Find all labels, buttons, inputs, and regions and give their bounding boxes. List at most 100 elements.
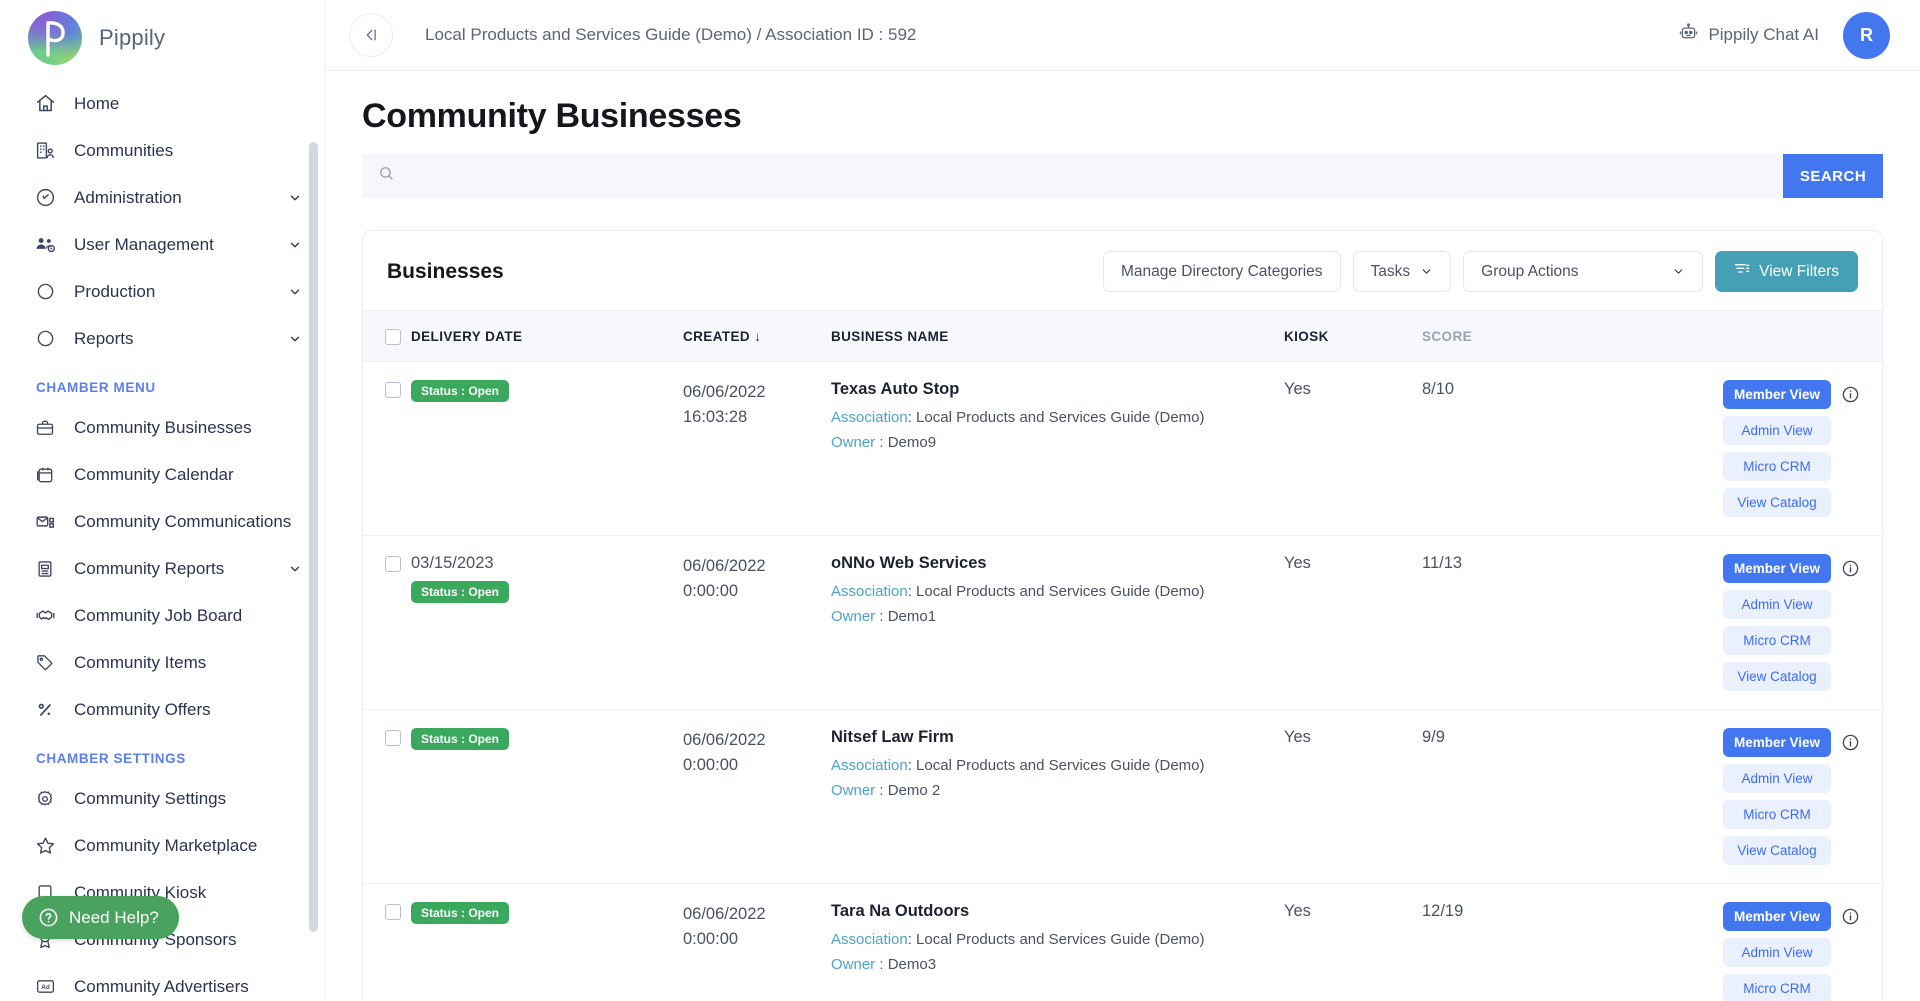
chevron-down-icon [1671, 265, 1685, 279]
column-header-delivery-date[interactable]: DELIVERY DATE [411, 310, 683, 362]
info-icon[interactable] [1841, 385, 1860, 404]
member-view-button[interactable]: Member View [1723, 728, 1831, 757]
sidebar-item-community-businesses[interactable]: Community Businesses [0, 404, 324, 451]
admin-view-button[interactable]: Admin View [1723, 590, 1831, 619]
business-name[interactable]: Nitsef Law Firm [831, 728, 1284, 747]
sidebar-item-community-calendar[interactable]: Community Calendar [0, 451, 324, 498]
search-box[interactable] [362, 154, 1783, 198]
businesses-table: DELIVERY DATE CREATED ↓ BUSINESS NAME KI… [363, 310, 1882, 1001]
created-cell: 06/06/2022 16:03:28 [683, 361, 831, 536]
handshake-icon [34, 605, 56, 627]
percent-icon [34, 699, 56, 721]
back-arrow-icon[interactable] [349, 13, 393, 57]
circle-icon [34, 328, 56, 350]
robot-icon [1678, 22, 1699, 48]
column-header-business-name[interactable]: BUSINESS NAME [831, 310, 1284, 362]
info-icon[interactable] [1841, 733, 1860, 752]
admin-view-button[interactable]: Admin View [1723, 764, 1831, 793]
micro-crm-button[interactable]: Micro CRM [1723, 800, 1831, 829]
search-input[interactable] [407, 167, 1767, 185]
business-name[interactable]: Texas Auto Stop [831, 380, 1284, 399]
info-icon[interactable] [1841, 907, 1860, 926]
created-cell: 06/06/2022 0:00:00 [683, 884, 831, 1001]
sidebar-scrollbar-thumb[interactable] [309, 142, 318, 932]
pippily-chat-ai-button[interactable]: Pippily Chat AI [1678, 22, 1819, 48]
manage-directory-categories-button[interactable]: Manage Directory Categories [1102, 251, 1341, 292]
chevron-down-icon[interactable] [288, 332, 302, 346]
micro-crm-button[interactable]: Micro CRM [1723, 452, 1831, 481]
sidebar-item-production[interactable]: Production [0, 268, 324, 315]
sidebar-item-user-management[interactable]: User Management [0, 221, 324, 268]
view-catalog-button[interactable]: View Catalog [1723, 662, 1831, 691]
briefcase-icon [34, 417, 56, 439]
member-view-button[interactable]: Member View [1723, 554, 1831, 583]
group-actions-dropdown[interactable]: Group Actions [1463, 251, 1704, 292]
row-actions: Member View Admin View Micro CRM View Catal… [1582, 554, 1882, 691]
chevron-down-icon[interactable] [288, 191, 302, 205]
need-help-button[interactable]: Need Help? [22, 896, 179, 939]
view-catalog-button[interactable]: View Catalog [1723, 488, 1831, 517]
member-view-button[interactable]: Member View [1723, 380, 1831, 409]
sidebar-item-reports[interactable]: Reports [0, 315, 324, 362]
sidebar-scrollbar[interactable] [309, 142, 318, 1001]
info-icon[interactable] [1841, 559, 1860, 578]
avatar[interactable]: R [1843, 11, 1890, 59]
page-title: Community Businesses [362, 97, 742, 135]
actions-cell: Member View Admin View Micro CRM View Catal… [1582, 535, 1882, 710]
view-catalog-button[interactable]: View Catalog [1723, 836, 1831, 865]
score-cell: 8/10 [1422, 361, 1582, 536]
business-name-cell: Tara Na Outdoors Association: Local Produ… [831, 884, 1284, 1001]
sidebar-item-community-marketplace[interactable]: Community Marketplace [0, 822, 324, 869]
admin-view-button[interactable]: Admin View [1723, 416, 1831, 445]
circle-icon [34, 281, 56, 303]
micro-crm-button[interactable]: Micro CRM [1723, 626, 1831, 655]
group-actions-label: Group Actions [1481, 262, 1579, 280]
row-checkbox[interactable] [385, 382, 401, 398]
actions-cell: Member View Admin View Micro CRM View Catal… [1582, 361, 1882, 536]
status-badge: Status : Open [411, 380, 510, 402]
micro-crm-button[interactable]: Micro CRM [1723, 974, 1831, 1001]
column-header-created[interactable]: CREATED ↓ [683, 310, 831, 362]
chevron-down-icon[interactable] [288, 285, 302, 299]
star-icon [34, 835, 56, 857]
created-time: 16:03:28 [683, 407, 748, 426]
view-filters-button[interactable]: View Filters [1715, 251, 1858, 292]
score-value: 9/9 [1422, 728, 1445, 746]
row-checkbox[interactable] [385, 730, 401, 746]
sidebar-item-home[interactable]: Home [0, 80, 324, 127]
row-checkbox[interactable] [385, 904, 401, 920]
owner-label: Owner [831, 607, 876, 625]
sidebar-item-community-settings[interactable]: Community Settings [0, 775, 324, 822]
row-action-buttons: Member ViewAdmin ViewMicro CRMView Catal… [1723, 902, 1831, 1001]
sidebar-item-community-offers[interactable]: Community Offers [0, 686, 324, 733]
sidebar-item-community-communications[interactable]: Community Communications [0, 498, 324, 545]
search-button[interactable]: SEARCH [1783, 154, 1883, 198]
brand[interactable]: Pippily [0, 0, 324, 72]
select-all-checkbox[interactable] [385, 329, 401, 345]
kiosk-cell: Yes [1284, 884, 1422, 1001]
column-header-score[interactable]: SCORE [1422, 310, 1582, 362]
sidebar-item-community-items[interactable]: Community Items [0, 639, 324, 686]
column-header-kiosk[interactable]: KIOSK [1284, 310, 1422, 362]
member-view-button[interactable]: Member View [1723, 902, 1831, 931]
sidebar-item-community-advertisers[interactable]: Ad Community Advertisers [0, 963, 324, 1001]
user-management-icon [34, 234, 56, 256]
sidebar-item-communities[interactable]: Communities [0, 127, 324, 174]
sidebar-item-administration[interactable]: Administration [0, 174, 324, 221]
sidebar-item-community-reports[interactable]: Community Reports [0, 545, 324, 592]
sidebar-item-community-job-board[interactable]: Community Job Board [0, 592, 324, 639]
card-title: Businesses [387, 259, 504, 283]
association-row: Association: Local Products and Services… [831, 409, 1205, 426]
row-actions: Member View Admin View Micro CRM View Catal… [1582, 380, 1882, 517]
business-name[interactable]: oNNo Web Services [831, 554, 1284, 573]
business-name[interactable]: Tara Na Outdoors [831, 902, 1284, 921]
row-checkbox[interactable] [385, 556, 401, 572]
tasks-dropdown[interactable]: Tasks [1352, 251, 1452, 292]
chevron-down-icon [1419, 265, 1433, 279]
status-badge: Status : Open [411, 581, 510, 603]
kiosk-cell: Yes [1284, 535, 1422, 710]
chevron-down-icon[interactable] [288, 562, 302, 576]
association-row: Association: Local Products and Services… [831, 931, 1205, 948]
chevron-down-icon[interactable] [288, 238, 302, 252]
admin-view-button[interactable]: Admin View [1723, 938, 1831, 967]
